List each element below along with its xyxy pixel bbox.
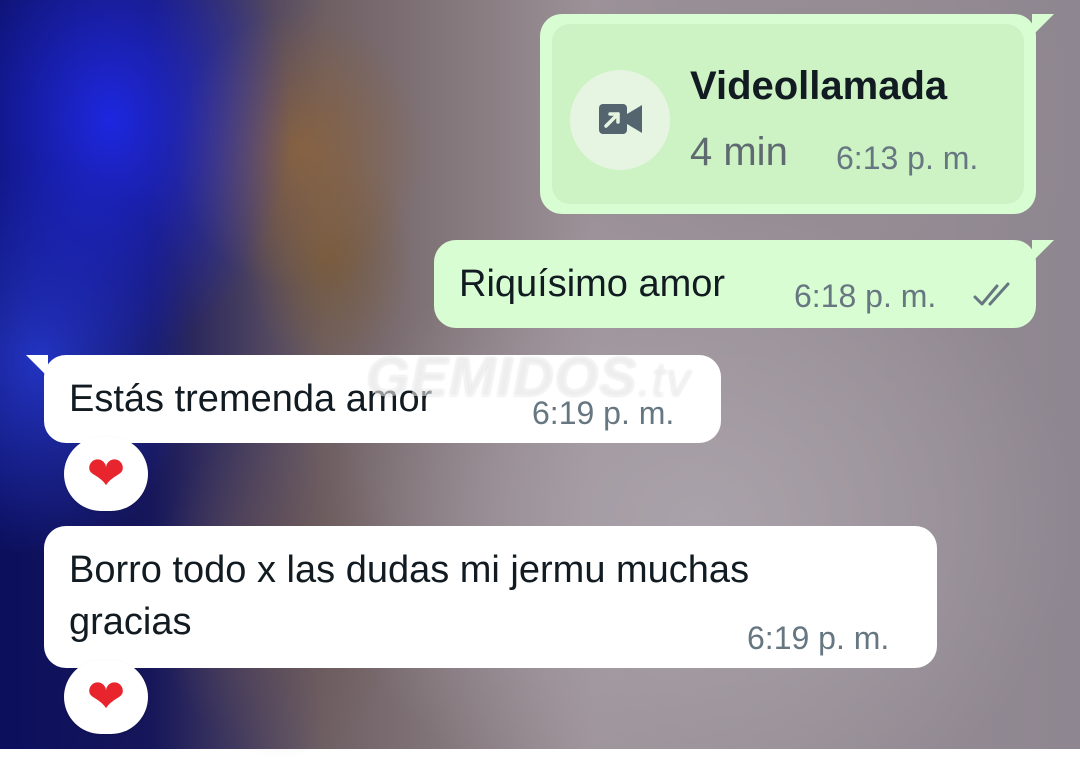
message-time: 6:13 p. m. [836,140,979,176]
message-text-line: Borro todo x las dudas mi jermu muchas [69,549,750,591]
video-call-outgoing-icon [599,104,642,134]
message-text: Riquísimo amor [459,263,726,305]
heart-reaction-icon: ❤ [86,669,126,723]
outgoing-message[interactable]: Riquísimo amor 6:18 p. m. [434,240,1054,328]
bubble-tail [26,355,48,377]
video-call-icon-badge [570,70,670,170]
reaction-badge[interactable]: ❤ [64,437,148,511]
video-call-message[interactable]: Videollamada 4 min 6:13 p. m. [540,14,1054,214]
watermark: GEMIDOS.tv [366,344,691,409]
incoming-message[interactable]: Borro todo x las dudas mi jermu muchas g… [44,526,937,668]
bubble-tail [1032,14,1054,36]
video-call-title: Videollamada [690,64,948,108]
bubble-tail [1032,240,1054,262]
reaction-badge[interactable]: ❤ [64,660,148,734]
watermark-brand: GEMIDOS [366,345,638,408]
heart-reaction-icon: ❤ [86,446,126,500]
message-text-line: gracias [69,601,192,643]
read-double-check-icon [973,282,1010,306]
message-time: 6:18 p. m. [794,278,937,314]
video-call-duration: 4 min [690,130,788,174]
watermark-suffix: .tv [637,354,692,407]
message-time: 6:19 p. m. [747,620,890,656]
